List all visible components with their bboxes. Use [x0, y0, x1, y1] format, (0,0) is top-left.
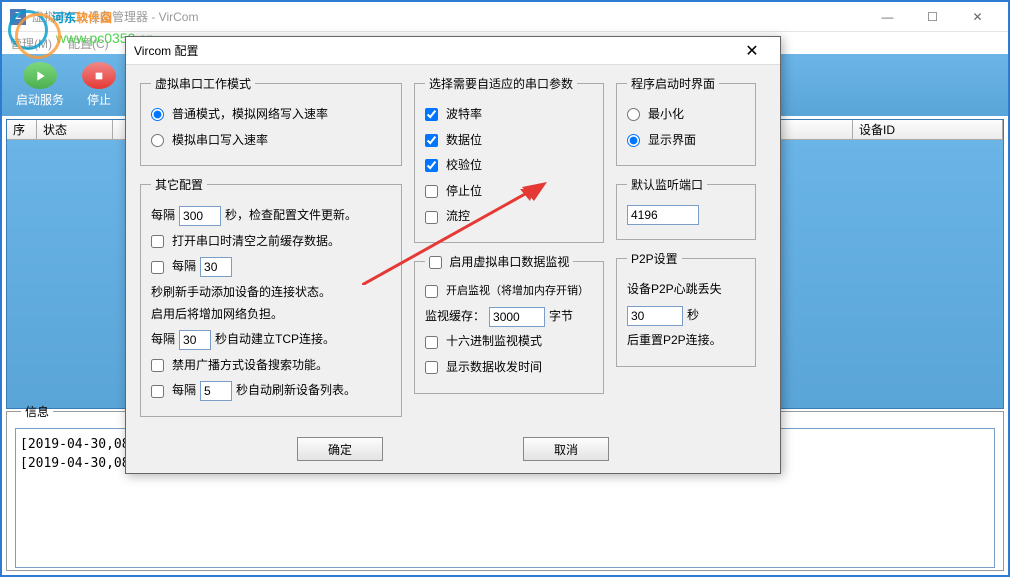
radio-normal-mode[interactable] [151, 108, 164, 121]
label-no-broadcast: 禁用广播方式设备搜索功能。 [172, 355, 328, 377]
interval-pre: 每隔 [151, 205, 175, 227]
refresh-list-pre: 每隔 [172, 380, 196, 402]
interval-post: 秒，检查配置文件更新。 [225, 205, 357, 227]
p2p-line2: 后重置P2P连接。 [627, 330, 722, 352]
label-normal-mode: 普通模式，模拟网络写入速率 [172, 104, 328, 126]
cache-pre: 监视缓存： [425, 306, 485, 328]
radio-sim-mode[interactable] [151, 134, 164, 147]
p2p-line1: 设备P2P心跳丢失 [627, 279, 722, 301]
col-devid[interactable]: 设备ID [853, 120, 1003, 139]
radio-show-ui[interactable] [627, 134, 640, 147]
tcp-pre: 每隔 [151, 329, 175, 351]
checkbox-enable-monitor[interactable] [429, 256, 442, 269]
serial-legend: 选择需要自适应的串口参数 [425, 75, 577, 92]
monitor-legend-text: 启用虚拟串口数据监视 [449, 255, 569, 269]
app-icon: Z [10, 9, 26, 25]
checkbox-refresh-list[interactable] [151, 385, 164, 398]
radio-minimize[interactable] [627, 108, 640, 121]
refresh-manual-pre: 每隔 [172, 256, 196, 278]
refresh-manual-label: 秒刷新手动添加设备的连接状态。启用后将增加网络负担。 [151, 282, 341, 325]
interval-input[interactable] [179, 206, 221, 226]
checkbox-show-time[interactable] [425, 361, 438, 374]
group-listen-port: 默认监听端口 [616, 176, 756, 240]
workmode-legend: 虚拟串口工作模式 [151, 75, 255, 92]
group-p2p: P2P设置 设备P2P心跳丢失 秒 后重置P2P连接。 [616, 250, 756, 367]
col-seq[interactable]: 序 [7, 120, 37, 139]
main-titlebar: Z 虚拟串口&设备管理器 - VirCom — ☐ ✕ [2, 2, 1008, 32]
refresh-manual-input[interactable] [200, 257, 232, 277]
checkbox-hex[interactable] [425, 336, 438, 349]
info-legend: 信息 [21, 403, 53, 420]
stop-label: 停止 [87, 91, 111, 108]
group-startup: 程序启动时界面 最小化 显示界面 [616, 75, 756, 166]
label-show-ui: 显示界面 [648, 130, 696, 152]
listen-port-input[interactable] [627, 205, 699, 225]
listen-legend: 默认监听端口 [627, 176, 707, 193]
group-serial-params: 选择需要自适应的串口参数 波特率 数据位 校验位 停止位 流控 [414, 75, 604, 243]
col-state[interactable]: 状态 [37, 120, 113, 139]
label-baud: 波特率 [446, 104, 482, 126]
play-icon [23, 62, 57, 89]
menu-config[interactable]: 配置(C) [68, 35, 109, 52]
label-show-time: 显示数据收发时间 [446, 357, 542, 379]
maximize-button[interactable]: ☐ [910, 3, 955, 31]
checkbox-databits[interactable] [425, 134, 438, 147]
minimize-button[interactable]: — [865, 3, 910, 31]
menu-manage[interactable]: 管理(M) [10, 35, 52, 52]
label-flow: 流控 [446, 206, 470, 228]
stop-service-button[interactable]: 停止 [74, 58, 124, 112]
start-label: 启动服务 [16, 91, 64, 108]
label-databits: 数据位 [446, 130, 482, 152]
ok-button[interactable]: 确定 [297, 437, 383, 461]
refresh-list-post: 秒自动刷新设备列表。 [236, 380, 356, 402]
config-dialog: Vircom 配置 ✕ 虚拟串口工作模式 普通模式，模拟网络写入速率 模拟串口写… [125, 36, 781, 474]
startup-legend: 程序启动时界面 [627, 75, 719, 92]
label-parity: 校验位 [446, 155, 482, 177]
checkbox-baud[interactable] [425, 108, 438, 121]
dialog-titlebar: Vircom 配置 ✕ [126, 37, 780, 65]
group-monitor: 启用虚拟串口数据监视 开启监视（将增加内存开销） 监视缓存： 字节 十六进制监视… [414, 253, 604, 394]
window-controls: — ☐ ✕ [865, 3, 1000, 31]
checkbox-flow[interactable] [425, 211, 438, 224]
checkbox-refresh-manual[interactable] [151, 261, 164, 274]
checkbox-clear-cache[interactable] [151, 235, 164, 248]
p2p-unit: 秒 [687, 305, 699, 327]
monitor-legend: 启用虚拟串口数据监视 [425, 253, 573, 270]
tcp-input[interactable] [179, 330, 211, 350]
dialog-close-button[interactable]: ✕ [732, 38, 772, 64]
checkbox-no-broadcast[interactable] [151, 359, 164, 372]
dialog-buttons: 确定 取消 [126, 437, 780, 461]
label-clear-cache: 打开串口时清空之前缓存数据。 [172, 231, 340, 253]
tcp-post: 秒自动建立TCP连接。 [215, 329, 335, 351]
label-minimize: 最小化 [648, 104, 684, 126]
cancel-button[interactable]: 取消 [523, 437, 609, 461]
label-hex: 十六进制监视模式 [446, 331, 542, 353]
close-button[interactable]: ✕ [955, 3, 1000, 31]
checkbox-enable-mem[interactable] [425, 285, 438, 298]
cache-input[interactable] [489, 307, 545, 327]
group-other: 其它配置 每隔 秒，检查配置文件更新。 打开串口时清空之前缓存数据。 每隔 秒刷… [140, 176, 402, 417]
group-workmode: 虚拟串口工作模式 普通模式，模拟网络写入速率 模拟串口写入速率 [140, 75, 402, 166]
cache-post: 字节 [549, 306, 573, 328]
checkbox-stopbits[interactable] [425, 185, 438, 198]
checkbox-parity[interactable] [425, 159, 438, 172]
start-service-button[interactable]: 启动服务 [10, 58, 70, 112]
stop-icon [82, 62, 116, 89]
window-title: 虚拟串口&设备管理器 - VirCom [32, 8, 865, 25]
label-stopbits: 停止位 [446, 181, 482, 203]
p2p-legend: P2P设置 [627, 250, 682, 267]
dialog-title: Vircom 配置 [134, 42, 732, 59]
p2p-val-input[interactable] [627, 306, 683, 326]
label-sim-mode: 模拟串口写入速率 [172, 130, 268, 152]
label-enable-mem: 开启监视（将增加内存开销） [446, 282, 589, 302]
refresh-list-input[interactable] [200, 381, 232, 401]
other-legend: 其它配置 [151, 176, 207, 193]
